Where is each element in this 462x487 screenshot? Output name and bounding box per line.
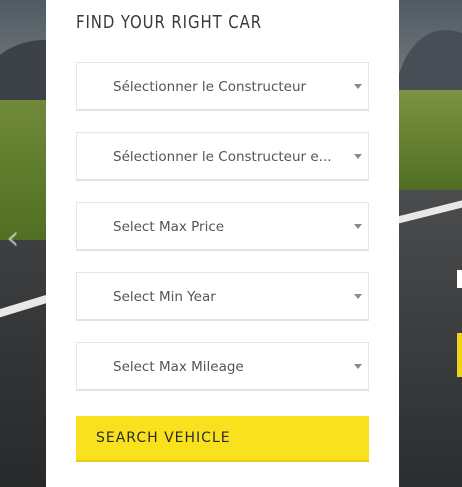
select-max-price[interactable]: Select Max Price xyxy=(76,202,369,251)
select-label: Sélectionner le Constructeur xyxy=(113,79,307,95)
caret-down-icon xyxy=(354,364,362,369)
select-label: Sélectionner le Constructeur e... xyxy=(113,149,332,165)
search-vehicle-button[interactable]: SEARCH VEHICLE xyxy=(76,416,369,462)
select-manufacturer-model[interactable]: Sélectionner le Constructeur e... xyxy=(76,132,369,181)
caret-down-icon xyxy=(354,224,362,229)
chevron-left-icon[interactable]: ‹ xyxy=(6,220,28,256)
slide-caption-fragment xyxy=(457,270,462,288)
select-label: Select Max Price xyxy=(113,219,225,235)
caret-down-icon xyxy=(354,154,362,159)
slide-cta-button[interactable] xyxy=(457,333,462,377)
road-right xyxy=(395,190,462,487)
caret-down-icon xyxy=(354,84,362,89)
select-label: Select Max Mileage xyxy=(113,359,244,375)
field-right xyxy=(395,90,462,200)
select-manufacturer[interactable]: Sélectionner le Constructeur xyxy=(76,62,369,111)
select-max-mileage[interactable]: Select Max Mileage xyxy=(76,342,369,391)
select-min-year[interactable]: Select Min Year xyxy=(76,272,369,321)
search-panel: FIND YOUR RIGHT CAR Sélectionner le Cons… xyxy=(46,0,399,487)
panel-title: FIND YOUR RIGHT CAR xyxy=(76,12,262,33)
caret-down-icon xyxy=(354,294,362,299)
select-label: Select Min Year xyxy=(113,289,216,305)
